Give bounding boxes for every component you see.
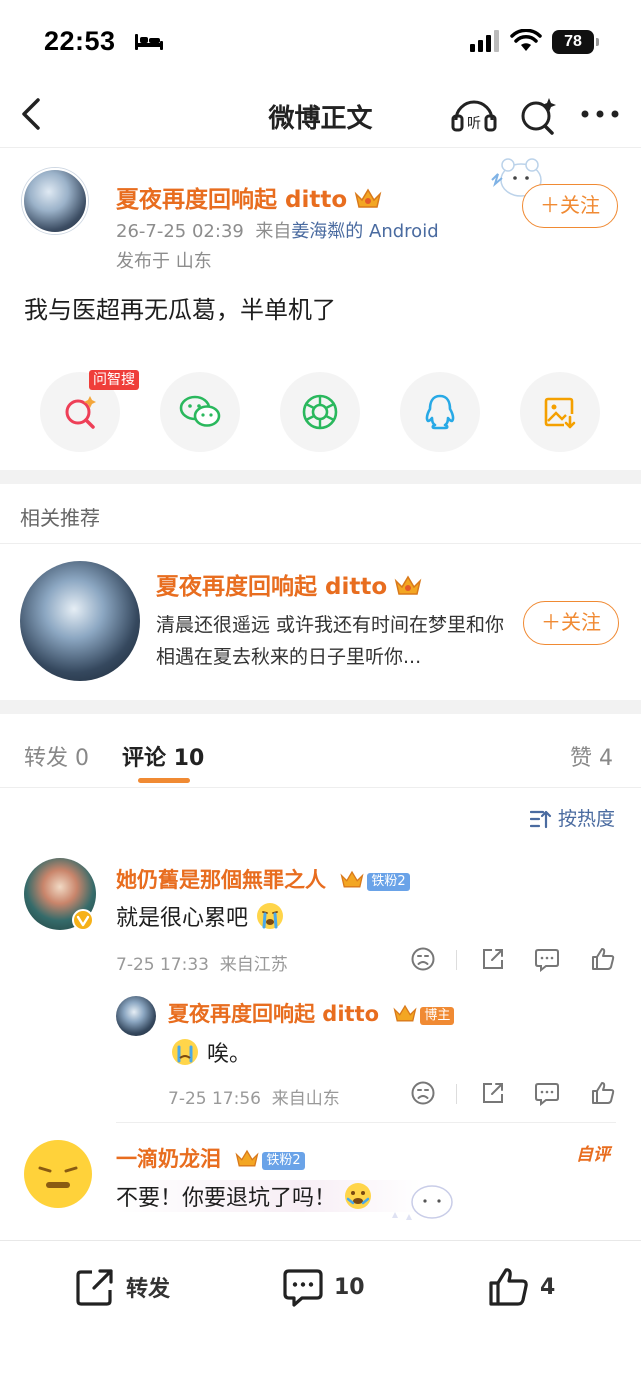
host-badge: 博主 — [420, 1007, 455, 1025]
sleep-focus-icon — [135, 34, 163, 50]
share-qq-button[interactable] — [400, 372, 480, 452]
avatar[interactable] — [22, 168, 88, 234]
reply-text: 唉。 — [170, 1036, 251, 1068]
tab-repost[interactable]: 转发 0 — [24, 740, 89, 772]
share-row: 问智搜 — [0, 370, 641, 452]
battery-icon: 78 — [552, 30, 599, 54]
crown-icon — [354, 188, 382, 208]
share-moments-button[interactable] — [280, 372, 360, 452]
save-image-button[interactable] — [520, 372, 600, 452]
qq-icon — [425, 394, 455, 430]
bunny-sticker-icon — [392, 1185, 453, 1220]
comment-icon[interactable] — [534, 946, 560, 972]
post-author[interactable]: 夏夜再度回响起 ditto — [116, 180, 383, 214]
sad-emoji-icon — [172, 1039, 198, 1065]
bottom-repost-button[interactable]: 转发 — [74, 1265, 170, 1309]
fan-badge: 铁粉2 — [262, 1152, 305, 1170]
moments-icon — [302, 394, 338, 430]
comment-text: 就是很心累吧 — [116, 900, 285, 932]
tab-likes[interactable]: 赞 4 — [570, 740, 613, 772]
comment-author[interactable]: 一滴奶龙泪 铁粉2 — [116, 1143, 305, 1173]
recommend-title: 相关推荐 — [20, 506, 100, 530]
action-separator — [456, 950, 457, 970]
post-text: 我与医超再无瓜葛，半单机了 — [24, 296, 336, 324]
repost-icon[interactable] — [480, 1080, 506, 1106]
reply-author[interactable]: 夏夜再度回响起 ditto 博主 — [168, 998, 455, 1028]
action-separator — [456, 1084, 457, 1104]
self-comment-tag: 自评 — [576, 1145, 610, 1165]
fan-badge: 铁粉2 — [367, 873, 410, 891]
source-link[interactable]: 姜海粼的 Android — [291, 221, 438, 242]
bottom-like-button[interactable]: 4 — [488, 1265, 555, 1309]
wechat-icon — [179, 395, 221, 427]
bottom-comment-button[interactable]: 10 — [282, 1265, 365, 1309]
ai-search-icon[interactable] — [518, 96, 558, 136]
recommend-follow-button[interactable]: ＋关注 — [523, 601, 619, 645]
comment-text: 不要！你要退坑了吗！ — [116, 1180, 424, 1212]
comment-actions — [408, 946, 618, 974]
tab-indicator — [138, 778, 190, 783]
sort-icon — [530, 810, 552, 829]
wifi-icon — [510, 29, 542, 51]
like-icon[interactable] — [590, 1080, 616, 1106]
save-image-icon — [544, 397, 576, 429]
avatar[interactable] — [20, 561, 140, 681]
status-time: 22:53 — [44, 26, 116, 56]
comment-icon — [283, 1269, 323, 1307]
svg-text:听: 听 — [467, 116, 481, 132]
tab-comments[interactable]: 评论 10 — [122, 740, 204, 772]
like-icon — [489, 1268, 528, 1306]
recommend-name[interactable]: 夏夜再度回响起 ditto — [156, 567, 423, 601]
avatar[interactable] — [22, 1138, 94, 1210]
nav-bar: 微博正文 听 — [0, 80, 641, 148]
comment-divider — [116, 1122, 616, 1123]
comment-tabs: 转发 0 评论 10 赞 4 — [0, 716, 641, 788]
crown-icon — [340, 870, 364, 888]
ai-search-icon — [65, 396, 96, 429]
recommend-description: 清晨还很遥远 或许我还有时间在梦里和你相遇在夏去秋来的日子里听你... — [156, 614, 505, 668]
post-meta: 26-7-25 02:39 来自姜海粼的 Android — [116, 221, 439, 242]
recommend-card[interactable]: 夏夜再度回响起 ditto 清晨还很遥远 或许我还有时间在梦里和你相遇在夏去秋来… — [0, 545, 641, 699]
sort-button[interactable]: 按热度 — [530, 804, 615, 831]
crown-icon — [394, 575, 422, 595]
section-divider — [0, 470, 641, 484]
comment-icon[interactable] — [534, 1080, 560, 1106]
repost-icon — [76, 1269, 113, 1306]
follow-button[interactable]: ＋关注 — [522, 184, 618, 228]
cellular-signal-icon — [470, 30, 499, 52]
status-bar: 22:53 78 — [0, 0, 641, 80]
section-divider — [0, 700, 641, 714]
share-wechat-button[interactable] — [160, 372, 240, 452]
comment-author[interactable]: 她仍舊是那個無罪之人 铁粉2 — [116, 864, 410, 894]
reply-meta: 7-25 17:56 来自山东 — [168, 1089, 340, 1109]
comment-meta: 7-25 17:33 来自江苏 — [116, 955, 288, 975]
crown-icon — [235, 1149, 259, 1167]
crying-emoji-icon — [257, 903, 284, 929]
crown-icon — [393, 1004, 417, 1022]
reply-actions — [408, 1080, 618, 1108]
verified-badge-icon — [72, 909, 94, 931]
repost-icon[interactable] — [480, 946, 506, 972]
dislike-icon[interactable] — [410, 946, 436, 972]
post-location: 发布于 山东 — [116, 251, 212, 272]
avatar[interactable] — [116, 996, 156, 1036]
more-icon[interactable] — [580, 108, 620, 120]
scared-emoji-icon — [345, 1183, 372, 1209]
bottom-action-bar: 转发 10 4 — [0, 1240, 641, 1386]
listen-icon[interactable]: 听 — [451, 94, 497, 134]
like-icon[interactable] — [590, 946, 616, 972]
dislike-icon[interactable] — [410, 1080, 436, 1106]
ask-badge: 问智搜 — [89, 370, 139, 390]
recommend-header: 相关推荐 — [0, 484, 641, 544]
